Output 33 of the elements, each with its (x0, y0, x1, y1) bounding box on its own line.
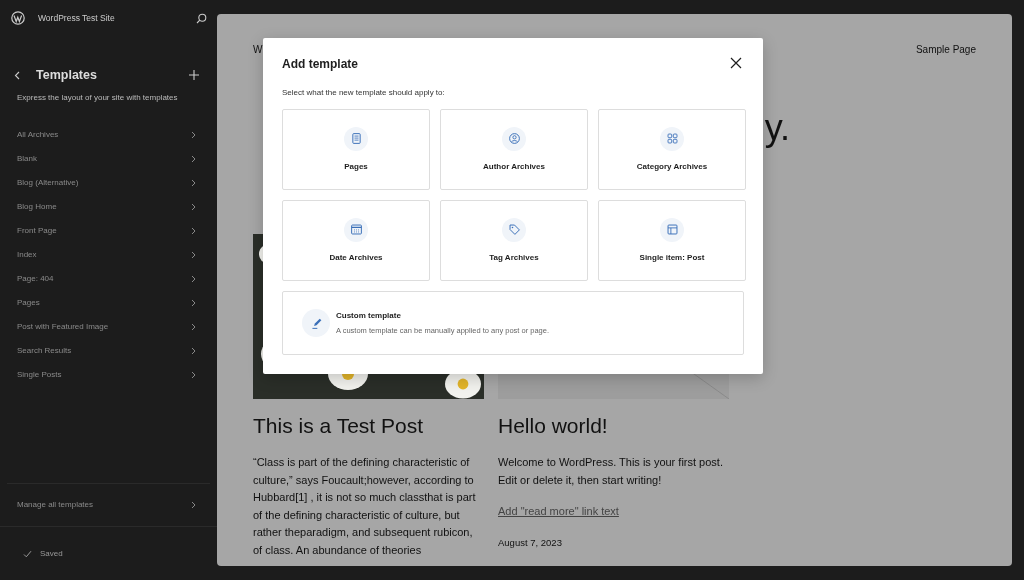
template-option[interactable]: Tag Archives (440, 200, 588, 282)
template-option[interactable]: Date Archives (282, 200, 430, 282)
nav-link[interactable]: Sample Page (915, 42, 976, 64)
template-item[interactable]: Single Posts (0, 363, 217, 387)
template-option[interactable]: Category Archives (598, 109, 746, 191)
post-excerpt: “Class is part of the defining characteristic of culture,” says Foucault;however, according to Hubbard[1] , it is not so much classthat is part of the defining characteristic of culture, but rather theparadigm, and subsequent rubicon, of class. An abundance of theories (253, 455, 477, 558)
template-item[interactable]: Page: 404 (0, 267, 217, 291)
template-item[interactable]: All Archives (0, 123, 217, 147)
sidebar-heading: Templates (36, 67, 98, 83)
template-option[interactable]: Single item: Post (598, 200, 746, 282)
template-item[interactable]: Blog Home (0, 195, 217, 219)
template-item[interactable]: Blog (Alternative) (0, 171, 217, 195)
modal-subtitle: Select what the new template should apply to: (282, 87, 446, 100)
template-item[interactable]: Search Results (0, 339, 217, 363)
post-title[interactable]: This is a Test Post (253, 413, 484, 439)
page-heading: y. (764, 110, 790, 146)
template-option[interactable]: Author Archives (440, 109, 588, 191)
post-excerpt: Welcome to WordPress. This is your first post. Edit or delete it, then start writing! (498, 455, 724, 488)
site-title: W (253, 43, 263, 57)
save-status: Saved (40, 547, 63, 560)
modal-title: Add template (282, 57, 358, 72)
template-item[interactable]: Post with Featured Image (0, 315, 217, 339)
post-title[interactable]: Hello world! (498, 413, 729, 439)
sidebar-description: Express the layout of your site with templates (16, 92, 179, 104)
post-date: August 7, 2023 (498, 536, 563, 551)
template-option[interactable]: Pages (282, 109, 430, 191)
template-item[interactable]: Pages (0, 291, 217, 315)
template-item[interactable]: Front Page (0, 219, 217, 243)
manage-templates-link[interactable]: Manage all templates (0, 484, 217, 526)
site-title: WordPress Test Site (38, 11, 116, 25)
read-more-link[interactable]: Add "read more" link text (498, 503, 619, 520)
template-item[interactable]: Index (0, 243, 217, 267)
template-item[interactable]: Blank (0, 147, 217, 171)
